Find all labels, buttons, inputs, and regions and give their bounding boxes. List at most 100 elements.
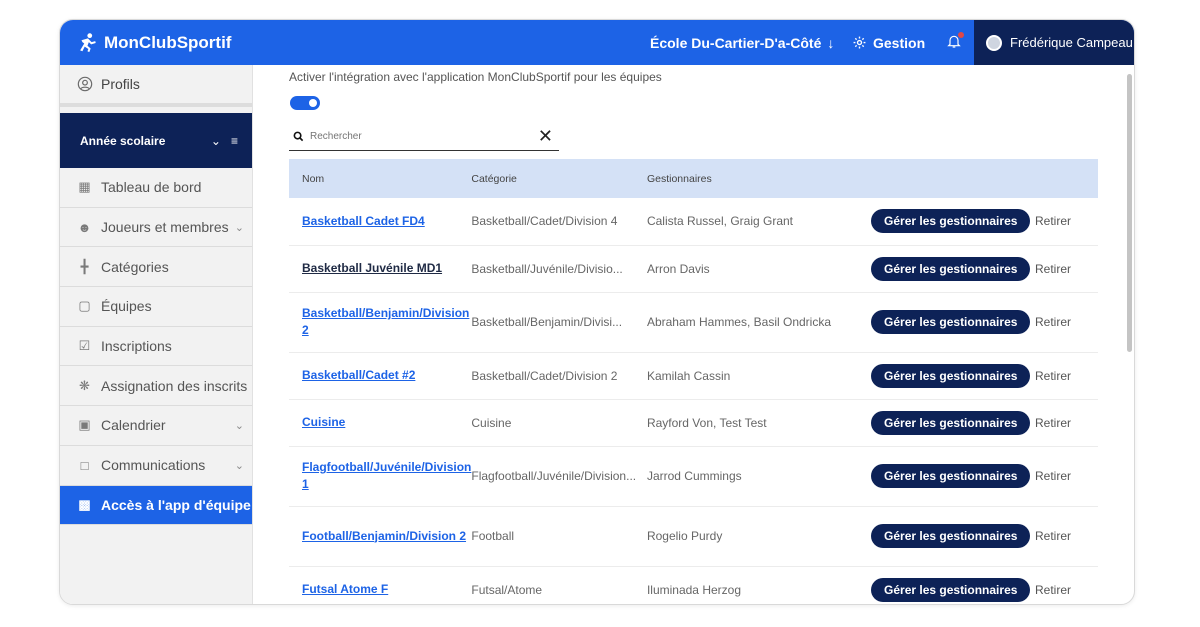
team-category: Football: [471, 506, 647, 567]
dashboard-icon: ▦: [78, 179, 91, 195]
search-input[interactable]: [310, 131, 532, 142]
team-name-link[interactable]: Basketball Cadet FD4: [302, 213, 425, 230]
sidebar-item-label: Catégories: [101, 258, 169, 275]
table-row: Basketball/Cadet #2 Basketball/Cadet/Div…: [289, 352, 1098, 400]
search-icon: [293, 131, 304, 142]
integration-label: Activer l'intégration avec l'application…: [289, 70, 662, 84]
user-name: Frédérique Campeau: [1010, 35, 1133, 50]
sidebar-item-label: Accès à l'app d'équipe: [101, 496, 251, 513]
sidebar-item-label: Communications: [101, 457, 206, 474]
sidebar-nav: ▦ Tableau de bord ☻ Joueurs et membres ⌄…: [60, 168, 252, 526]
remove-link[interactable]: Retirer: [1031, 469, 1071, 483]
column-header-categorie[interactable]: Catégorie: [471, 159, 647, 198]
notification-dot: [958, 32, 964, 38]
chat-icon: □: [80, 457, 89, 473]
table-row: Basketball/Benjamin/Division 2 Basketbal…: [289, 292, 1098, 353]
column-header-remove: [1030, 159, 1098, 198]
remove-link[interactable]: Retirer: [1031, 214, 1071, 228]
chevron-down-icon: ⌄: [234, 459, 244, 472]
table-row: Flagfootball/Juvénile/Division 1 Flagfoo…: [289, 446, 1098, 507]
manage-managers-button[interactable]: Gérer les gestionnaires: [871, 256, 1031, 281]
sidebar-item-calendrier[interactable]: ▣ Calendrier ⌄: [60, 406, 252, 446]
table-row: Cuisine Cuisine Rayford Von, Test Test G…: [289, 399, 1098, 447]
sidebar-item-tableau-de-bord[interactable]: ▦ Tableau de bord: [60, 168, 252, 208]
remove-link[interactable]: Retirer: [1031, 262, 1071, 276]
calendar-icon: ▣: [78, 417, 91, 433]
top-bar: MonClubSportif École Du-Cartier-D'a-Côté…: [60, 20, 1134, 65]
manage-managers-button[interactable]: Gérer les gestionnaires: [871, 209, 1031, 234]
remove-link[interactable]: Retirer: [1031, 416, 1071, 430]
sidebar-item-label: Profils: [101, 76, 140, 92]
sidebar-item-label: Assignation des inscrits: [101, 377, 248, 394]
school-selector[interactable]: École Du-Cartier-D'a-Côté ↓: [650, 20, 834, 65]
team-name-link[interactable]: Futsal Atome F: [302, 581, 388, 598]
sidebar-item-joueurs-et-membres[interactable]: ☻ Joueurs et membres ⌄: [60, 208, 252, 248]
sidebar-item-profils[interactable]: Profils: [60, 65, 252, 107]
network-icon: ❋: [79, 377, 90, 393]
sidebar-item-assignation-des-inscrits[interactable]: ❋ Assignation des inscrits: [60, 366, 252, 407]
sidebar-item-label: Tableau de bord: [101, 179, 202, 196]
sidebar-item-inscriptions[interactable]: ☑ Inscriptions: [60, 327, 252, 367]
team-managers: Arron Davis: [646, 245, 872, 293]
manage-managers-button[interactable]: Gérer les gestionnaires: [871, 577, 1031, 602]
person-icon: ☻: [77, 219, 92, 235]
sidebar-item-communications[interactable]: □ Communications ⌄: [60, 446, 252, 486]
teams-icon: ▢: [78, 298, 91, 314]
remove-link[interactable]: Retirer: [1031, 369, 1071, 383]
team-name-link[interactable]: Flagfootball/Juvénile/Division 1: [302, 459, 471, 493]
close-icon[interactable]: ✕: [538, 126, 553, 147]
clipboard-icon: ☑: [78, 338, 91, 354]
table-row: Futsal Atome F Futsal/Atome Iluminada He…: [289, 566, 1098, 604]
gestion-menu[interactable]: Gestion: [852, 20, 925, 65]
remove-link[interactable]: Retirer: [1031, 315, 1071, 329]
gestion-label: Gestion: [873, 34, 926, 51]
column-header-gestionnaires[interactable]: Gestionnaires: [646, 159, 872, 198]
gear-icon: [853, 36, 866, 49]
manage-managers-button[interactable]: Gérer les gestionnaires: [871, 464, 1031, 488]
notification-bell-icon[interactable]: [946, 32, 964, 52]
arrow-down-icon: ↓: [827, 34, 835, 51]
remove-link[interactable]: Retirer: [1031, 529, 1071, 543]
hierarchy-icon: ╋: [80, 258, 89, 274]
app-access-icon: ▩: [78, 496, 91, 512]
manage-managers-button[interactable]: Gérer les gestionnaires: [871, 363, 1031, 388]
integration-toggle[interactable]: [290, 96, 320, 110]
team-category: Flagfootball/Juvénile/Division...: [471, 446, 647, 507]
manage-managers-button[interactable]: Gérer les gestionnaires: [871, 410, 1031, 435]
sidebar-item-equipes[interactable]: ▢ Équipes: [60, 287, 252, 327]
team-managers: Jarrod Cummings: [646, 446, 872, 507]
sidebar-item-label: Équipes: [101, 298, 152, 315]
team-category: Basketball/Benjamin/Divisi...: [471, 292, 647, 353]
remove-link[interactable]: Retirer: [1031, 583, 1071, 597]
team-name-link[interactable]: Football/Benjamin/Division 2: [302, 528, 466, 545]
team-name-link[interactable]: Cuisine: [302, 414, 345, 431]
manage-managers-button[interactable]: Gérer les gestionnaires: [871, 524, 1031, 548]
table-row: Basketball Juvénile MD1 Basketball/Juvén…: [289, 245, 1098, 293]
team-category: Basketball/Juvénile/Divisio...: [471, 245, 647, 293]
team-name-link[interactable]: Basketball/Cadet #2: [302, 367, 415, 384]
sidebar-item-acces-app-equipe[interactable]: ▩ Accès à l'app d'équipe: [60, 485, 252, 526]
team-managers: Rogelio Purdy: [646, 506, 872, 567]
brand-name: MonClubSportif: [104, 32, 232, 52]
sidebar-item-label: Joueurs et membres: [101, 219, 229, 236]
brand-logo[interactable]: MonClubSportif: [76, 20, 231, 65]
sidebar-item-categories[interactable]: ╋ Catégories: [60, 247, 252, 288]
avatar: [986, 34, 1002, 51]
school-name: École Du-Cartier-D'a-Côté: [650, 34, 822, 51]
sidebar-item-label: Inscriptions: [101, 338, 172, 355]
sidebar: Profils Année scolaire ⌄ ≡ ▦ Tableau de …: [60, 65, 253, 604]
collapse-menu-icon[interactable]: ≡: [231, 134, 238, 148]
team-name-link[interactable]: Basketball Juvénile MD1: [302, 260, 442, 277]
table-row: Football/Benjamin/Division 2 Football Ro…: [289, 506, 1098, 567]
manage-managers-button[interactable]: Gérer les gestionnaires: [871, 310, 1031, 334]
team-name-link[interactable]: Basketball/Benjamin/Division 2: [302, 305, 471, 339]
app-window: MonClubSportif École Du-Cartier-D'a-Côté…: [59, 19, 1135, 605]
scrollbar[interactable]: [1127, 74, 1132, 352]
column-header-actions: [871, 159, 1031, 198]
column-header-nom[interactable]: Nom: [289, 159, 472, 198]
school-year-selector[interactable]: Année scolaire ⌄ ≡: [60, 113, 252, 168]
user-menu[interactable]: Frédérique Campeau: [974, 20, 1134, 65]
table-row: Basketball Cadet FD4 Basketball/Cadet/Di…: [289, 198, 1098, 246]
chevron-down-icon[interactable]: ⌄: [211, 134, 221, 148]
team-category: Basketball/Cadet/Division 2: [471, 352, 647, 400]
